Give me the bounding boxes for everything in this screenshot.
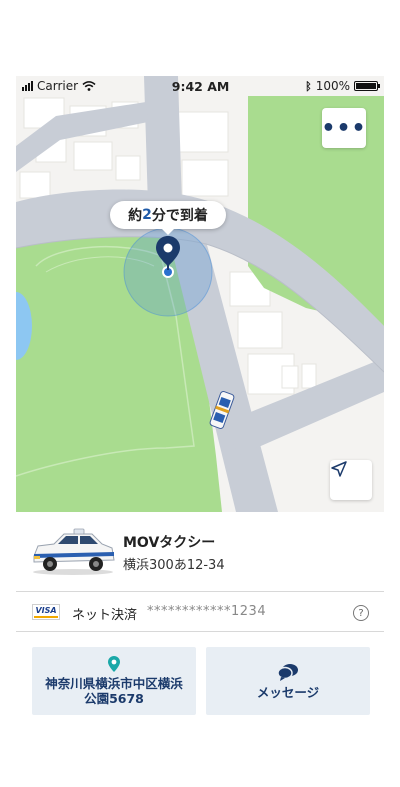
current-location-button[interactable] [330, 460, 372, 500]
destination-pin-icon [108, 656, 120, 672]
taxi-image [33, 528, 115, 575]
more-options-button[interactable]: ••• [321, 108, 367, 148]
wifi-icon [82, 81, 96, 91]
vehicle-card: MOVタクシー 横浜300あ12-34 [16, 514, 384, 590]
more-icon: ••• [321, 115, 367, 141]
payment-row[interactable]: VISA ネット決済 ************1234 ? [16, 592, 384, 630]
phone-screen: 約 2 分で到着 ••• Carrier 9:42 AM ᛒ 100% MOVタ… [16, 76, 384, 722]
destination-button[interactable]: 神奈川県横浜市中区横浜 公園5678 [32, 647, 196, 715]
eta-bubble: 約 2 分で到着 [110, 201, 226, 235]
destination-line2: 公園5678 [84, 691, 144, 706]
map-view[interactable]: 約 2 分で到着 ••• [16, 76, 384, 512]
vehicle-info: MOVタクシー 横浜300あ12-34 [123, 532, 225, 573]
bluetooth-icon: ᛒ [305, 79, 312, 93]
help-icon[interactable]: ? [353, 605, 369, 621]
eta-prefix: 約 [128, 208, 143, 224]
payment-method: ネット決済 [72, 608, 138, 623]
message-button[interactable]: メッセージ [206, 647, 370, 715]
signal-icon [22, 81, 33, 91]
status-time: 9:42 AM [171, 78, 230, 94]
divider [16, 631, 384, 632]
message-label: メッセージ [256, 684, 320, 700]
vehicle-plate: 横浜300あ12-34 [123, 558, 225, 573]
eta-suffix: 分で到着 [151, 208, 208, 224]
visa-card-icon: VISA [32, 604, 60, 620]
battery-percent: 100% [315, 79, 350, 93]
status-bar: Carrier 9:42 AM ᛒ 100% [16, 76, 384, 96]
chat-icon [277, 663, 298, 681]
destination-line1: 神奈川県横浜市中区横浜 [45, 676, 183, 691]
carrier-label: Carrier [37, 79, 79, 93]
status-right: ᛒ 100% [305, 79, 380, 93]
location-arrow-icon [331, 461, 347, 477]
card-number: ************1234 [147, 604, 267, 619]
pickup-pin-icon [156, 236, 180, 270]
vehicle-name: MOVタクシー [123, 535, 216, 551]
eta-minutes: 2 [142, 207, 152, 223]
battery-icon [354, 81, 380, 91]
card-brand: VISA [35, 606, 57, 615]
status-left: Carrier [22, 79, 96, 93]
